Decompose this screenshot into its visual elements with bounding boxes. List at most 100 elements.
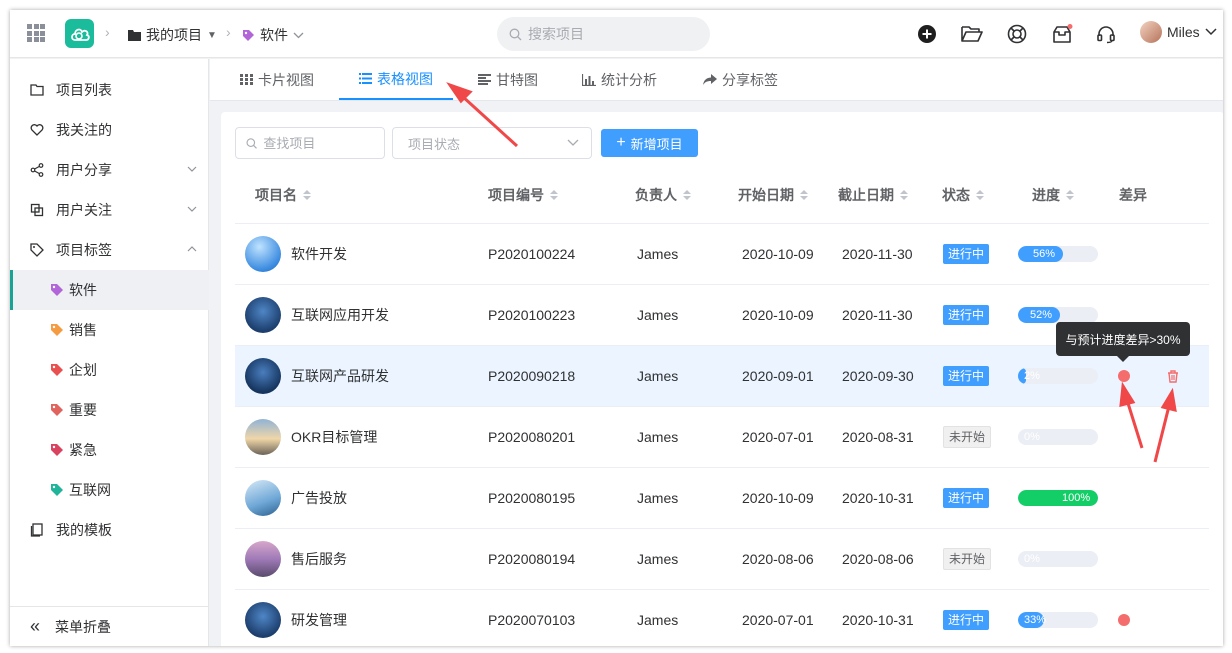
add-project-button[interactable]: + 新增项目: [601, 129, 698, 157]
sort-icon[interactable]: [800, 190, 808, 200]
help-ring-icon[interactable]: [1006, 23, 1028, 45]
sidebar-item-project-tags[interactable]: 项目标签: [10, 230, 209, 270]
breadcrumb-software[interactable]: 软件: [242, 25, 304, 45]
progress-label: 2%: [1024, 370, 1040, 382]
column-header-owner[interactable]: 负责人: [635, 185, 691, 205]
caret-down-icon: ▼: [207, 29, 217, 41]
project-code: P2020080201: [488, 429, 576, 445]
sidebar-item-user-follow[interactable]: 用户关注: [10, 190, 209, 230]
project-end-date: 2020-11-30: [842, 307, 913, 323]
column-header-code[interactable]: 项目编号: [488, 185, 558, 205]
status-select-placeholder: 项目状态: [408, 136, 461, 152]
status-select[interactable]: 项目状态: [392, 127, 592, 159]
tag-icon: [243, 29, 254, 41]
status-cell: 未开始: [943, 529, 992, 589]
folder-icon: [30, 84, 44, 96]
progress-label: 0%: [1024, 553, 1040, 565]
project-search[interactable]: [235, 127, 385, 159]
project-search-input[interactable]: [263, 135, 384, 151]
table-row[interactable]: OKR目标管理 P2020080201 James 2020-07-01 202…: [235, 407, 1209, 468]
folder-open-icon[interactable]: [961, 23, 983, 45]
sidebar-tag-internet[interactable]: 互联网: [10, 470, 209, 510]
global-search-input[interactable]: [528, 26, 688, 42]
column-header-name[interactable]: 项目名: [255, 185, 311, 205]
add-project-label: 新增项目: [630, 136, 683, 152]
project-start-date: 2020-08-06: [742, 551, 814, 567]
table-row[interactable]: 售后服务 P2020080194 James 2020-08-06 2020-0…: [235, 529, 1209, 590]
sort-icon[interactable]: [976, 190, 984, 200]
tab-gantt[interactable]: 甘特图: [478, 59, 538, 100]
collapse-menu-button[interactable]: « 菜单折叠: [10, 606, 209, 646]
headset-icon[interactable]: [1095, 23, 1117, 45]
sort-icon[interactable]: [900, 190, 908, 200]
progress-label: 0%: [1024, 431, 1040, 443]
sort-icon[interactable]: [303, 190, 311, 200]
project-end-date: 2020-08-06: [842, 551, 914, 567]
project-name[interactable]: 广告投放: [291, 488, 347, 508]
table-row[interactable]: 研发管理 P2020070103 James 2020-07-01 2020-1…: [235, 590, 1209, 646]
project-name[interactable]: 互联网应用开发: [291, 305, 389, 325]
inbox-icon[interactable]: [1051, 23, 1073, 45]
table-row[interactable]: 软件开发 P2020100224 James 2020-10-09 2020-1…: [235, 224, 1209, 285]
sidebar-item-user-share[interactable]: 用户分享: [10, 150, 209, 190]
view-tabs: 卡片视图 表格视图 甘特图 统计分析 分享标签: [210, 59, 1223, 101]
trash-icon[interactable]: [1167, 369, 1179, 383]
project-name[interactable]: OKR目标管理: [291, 427, 377, 447]
project-thumbnail: [245, 419, 281, 455]
diff-warning-dot[interactable]: [1118, 370, 1130, 382]
app-window: › 我的项目 ▼ › 软件 搜索项目 Miles 项目列表 我关注的 用户分享 …: [10, 10, 1223, 646]
column-header-status[interactable]: 状态: [942, 185, 984, 205]
tab-statistics[interactable]: 统计分析: [582, 59, 657, 100]
column-header-progress[interactable]: 进度: [1032, 185, 1074, 205]
tag-icon: [51, 444, 63, 456]
breadcrumb-my-projects[interactable]: 我的项目 ▼: [128, 25, 217, 45]
diff-warning-dot[interactable]: [1118, 614, 1130, 626]
project-name[interactable]: 研发管理: [291, 610, 347, 630]
chevron-up-icon: [187, 246, 197, 252]
sort-icon[interactable]: [683, 190, 691, 200]
user-menu[interactable]: Miles: [1140, 21, 1217, 43]
sidebar-tag-urgent[interactable]: 紧急: [10, 430, 209, 470]
grid-icon[interactable]: [27, 24, 45, 42]
sidebar-tag-sales[interactable]: 销售: [10, 310, 209, 350]
sort-icon[interactable]: [550, 190, 558, 200]
progress-bar: 56%: [1018, 246, 1098, 262]
tab-table-view[interactable]: 表格视图: [339, 59, 453, 100]
column-header-start[interactable]: 开始日期: [738, 185, 808, 205]
diff-tooltip: 与预计进度差异>30%: [1056, 322, 1190, 362]
breadcrumb-label: 软件: [260, 27, 288, 43]
project-name[interactable]: 软件开发: [291, 244, 347, 264]
status-badge: 进行中: [943, 305, 990, 325]
status-cell: 进行中: [943, 590, 990, 646]
sidebar-tag-software[interactable]: 软件: [10, 270, 209, 310]
project-name[interactable]: 互联网产品研发: [291, 366, 389, 386]
progress-cell: 33%: [1018, 590, 1098, 646]
sidebar-tag-planning[interactable]: 企划: [10, 350, 209, 390]
sidebar-tag-important[interactable]: 重要: [10, 390, 209, 430]
project-code: P2020100224: [488, 246, 576, 262]
progress-label: 100%: [1062, 492, 1091, 504]
table-row[interactable]: 广告投放 P2020080195 James 2020-10-09 2020-1…: [235, 468, 1209, 529]
column-label: 开始日期: [738, 187, 794, 203]
tab-card-view[interactable]: 卡片视图: [240, 59, 314, 100]
tab-label: 统计分析: [601, 71, 657, 88]
sidebar-item-project-list[interactable]: 项目列表: [10, 70, 209, 110]
sort-icon[interactable]: [1066, 190, 1074, 200]
tab-share-tags[interactable]: 分享标签: [703, 59, 778, 100]
add-icon[interactable]: [916, 23, 938, 45]
cloud-logo[interactable]: [65, 19, 94, 48]
sidebar-item-label: 项目标签: [56, 242, 112, 258]
project-name-cell: 广告投放: [245, 468, 347, 528]
tooltip-text: 与预计进度差异>30%: [1065, 332, 1181, 347]
global-search[interactable]: [497, 17, 710, 51]
project-start-date: 2020-10-09: [742, 246, 814, 262]
sidebar-item-followed[interactable]: 我关注的: [10, 110, 209, 150]
column-header-end[interactable]: 截止日期: [838, 185, 908, 205]
sidebar-item-templates[interactable]: 我的模板: [10, 510, 209, 550]
status-cell: 进行中: [943, 285, 990, 345]
tag-icon: [30, 243, 44, 257]
project-code: P2020100223: [488, 307, 576, 323]
project-name[interactable]: 售后服务: [291, 549, 347, 569]
project-name-cell: 研发管理: [245, 590, 347, 646]
sidebar-item-label: 用户分享: [56, 162, 112, 178]
